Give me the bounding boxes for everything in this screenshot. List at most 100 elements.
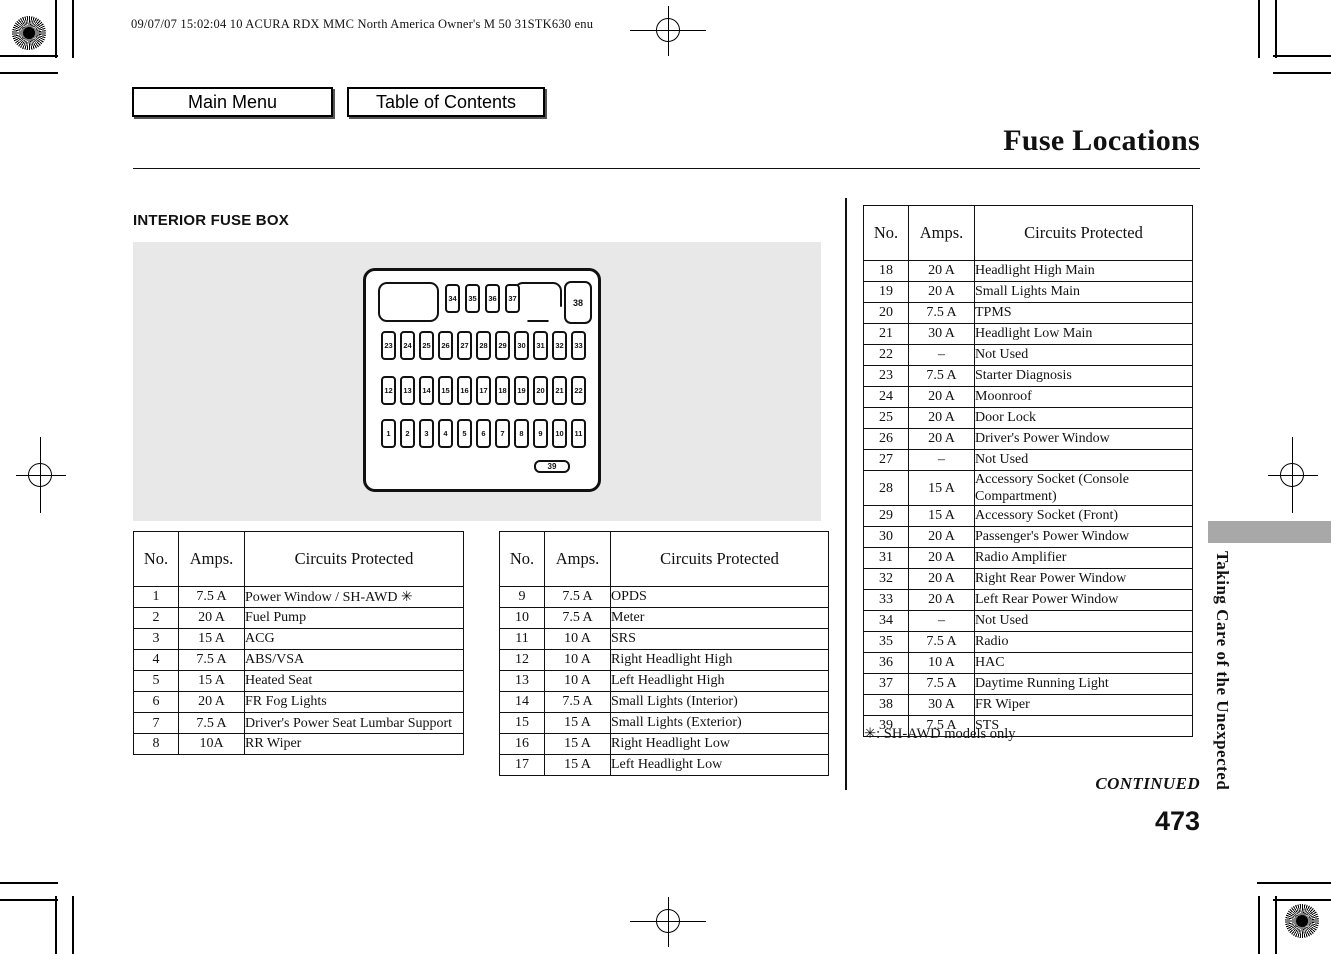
cell-amps: 7.5 A (178, 586, 245, 608)
crop-mark-top-left-v2 (72, 0, 74, 58)
cell-circuit-protected: TPMS (974, 302, 1193, 324)
fuse-slot-31: 31 (533, 331, 548, 360)
cell-circuit-protected: Radio (974, 631, 1193, 653)
cell-amps: 10 A (908, 652, 975, 674)
cell-amps: 20 A (178, 607, 245, 629)
fuse-slot-25: 25 (419, 331, 434, 360)
cell-circuit-protected: Small Lights (Interior) (610, 691, 829, 713)
cell-fuse-number: 23 (863, 365, 909, 387)
fuse-slot-12: 12 (381, 376, 396, 405)
fuse-slot-17: 17 (476, 376, 491, 405)
cell-amps: 7.5 A (544, 586, 611, 608)
fuse-slot-36: 36 (485, 284, 500, 313)
cell-fuse-number: 29 (863, 505, 909, 527)
cell-fuse-number: 4 (133, 649, 179, 671)
crop-mark-bottom-right-v2 (1258, 896, 1260, 954)
table-row: 2 20 A Fuel Pump (133, 607, 464, 629)
cell-circuit-protected: Power Window / SH-AWD ✳ (244, 586, 464, 608)
fuse-table-middle: No. Amps. Circuits Protected 9 7.5 A OPDS 1… (499, 531, 829, 776)
fuse-slot-13: 13 (400, 376, 415, 405)
cell-fuse-number: 20 (863, 302, 909, 324)
column-divider (845, 198, 847, 790)
cell-circuit-protected: Radio Amplifier (974, 547, 1193, 569)
cell-fuse-number: 19 (863, 281, 909, 303)
table-row: 7 7.5 A Driver's Power Seat Lumbar Support (133, 712, 464, 734)
cell-fuse-number: 36 (863, 652, 909, 674)
cell-fuse-number: 8 (133, 733, 179, 755)
cell-circuit-protected: Right Rear Power Window (974, 568, 1193, 590)
registration-burst-top-left (12, 16, 46, 50)
fuse-slot-5: 5 (457, 419, 472, 448)
cell-circuit-protected: Not Used (974, 344, 1193, 366)
crop-mark-top-left-h2 (0, 72, 58, 74)
cell-fuse-number: 11 (499, 628, 545, 650)
fuse-slot-14: 14 (419, 376, 434, 405)
crop-mark-bottom-right-v (1275, 896, 1277, 954)
column-header-no: No. (133, 531, 179, 587)
cell-amps: 30 A (908, 694, 975, 716)
cell-fuse-number: 32 (863, 568, 909, 590)
table-row: 1 7.5 A Power Window / SH-AWD ✳ (133, 586, 464, 608)
cell-circuit-protected: Driver's Power Window (974, 428, 1193, 450)
fuse-slot-11: 11 (571, 419, 586, 448)
table-row: 22– Not Used (863, 344, 1193, 366)
cell-amps: 20 A (908, 547, 975, 569)
cell-fuse-number: 35 (863, 631, 909, 653)
fuse-table-right: No. Amps. Circuits Protected 18 20 A Headl… (863, 205, 1193, 737)
fuse-table-right-body: 18 20 A Headlight High Main 19 20 A Small Lig… (863, 260, 1193, 737)
crop-mark-top-left-h (0, 55, 58, 57)
cell-circuit-protected: RR Wiper (244, 733, 464, 755)
table-row: 37 7.5 A Daytime Running Light (863, 673, 1193, 695)
fuse-slot-38: 38 (564, 281, 592, 324)
table-row: 25 20 A Door Lock (863, 407, 1193, 429)
table-of-contents-button[interactable]: Table of Contents (347, 87, 545, 117)
main-menu-button[interactable]: Main Menu (132, 87, 333, 117)
cell-amps: 20 A (908, 407, 975, 429)
table-row: 13 10 A Left Headlight High (499, 670, 829, 692)
cell-amps: 15 A (544, 754, 611, 776)
cell-amps: 20 A (908, 568, 975, 590)
cell-fuse-number: 17 (499, 754, 545, 776)
table-row: 5 15 A Heated Seat (133, 670, 464, 692)
table-row: 6 20 A FR Fog Lights (133, 691, 464, 713)
cell-amps: 10 A (544, 670, 611, 692)
fuse-slot-32: 32 (552, 331, 567, 360)
fuse-slot-37: 37 (505, 284, 520, 313)
cell-fuse-number: 3 (133, 628, 179, 650)
fuse-slot-7: 7 (495, 419, 510, 448)
cell-amps: 20 A (908, 526, 975, 548)
cell-amps: 20 A (178, 691, 245, 713)
table-row: 4 7.5 A ABS/VSA (133, 649, 464, 671)
table-header-row: No. Amps. Circuits Protected (133, 531, 464, 587)
section-heading-interior-fuse-box: INTERIOR FUSE BOX (133, 212, 289, 229)
cell-circuit-protected: ABS/VSA (244, 649, 464, 671)
cell-circuit-protected: Not Used (974, 449, 1193, 471)
page-title: Fuse Locations (1003, 124, 1200, 157)
registration-crosshair-top (630, 6, 706, 56)
cell-fuse-number: 13 (499, 670, 545, 692)
cell-amps: 7.5 A (908, 365, 975, 387)
cell-amps: – (908, 610, 975, 632)
table-row: 10 7.5 A Meter (499, 607, 829, 629)
cell-amps: 7.5 A (544, 607, 611, 629)
cell-amps: 15 A (908, 470, 975, 506)
cell-fuse-number: 25 (863, 407, 909, 429)
column-header-circuits: Circuits Protected (610, 531, 829, 587)
side-tab-label: Taking Care of the Unexpected (1213, 551, 1232, 791)
fuse-slot-28: 28 (476, 331, 491, 360)
fuse-slot-2: 2 (400, 419, 415, 448)
cell-amps: 30 A (908, 323, 975, 345)
cell-circuit-protected: Left Headlight Low (610, 754, 829, 776)
fuse-table-left-body: 1 7.5 A Power Window / SH-AWD ✳ 2 20 A Fuel P… (133, 586, 464, 755)
crop-mark-bottom-left-h (0, 899, 58, 901)
fuse-table-left: No. Amps. Circuits Protected 1 7.5 A Power… (133, 531, 464, 755)
cell-circuit-protected: FR Fog Lights (244, 691, 464, 713)
fuse-slot-9: 9 (533, 419, 548, 448)
cell-fuse-number: 24 (863, 386, 909, 408)
fuse-slot-19: 19 (514, 376, 529, 405)
cell-fuse-number: 7 (133, 712, 179, 734)
fuse-slot-29: 29 (495, 331, 510, 360)
table-header-row: No. Amps. Circuits Protected (499, 531, 829, 587)
page-number: 473 (1154, 806, 1200, 836)
fuse-slot-10: 10 (552, 419, 567, 448)
